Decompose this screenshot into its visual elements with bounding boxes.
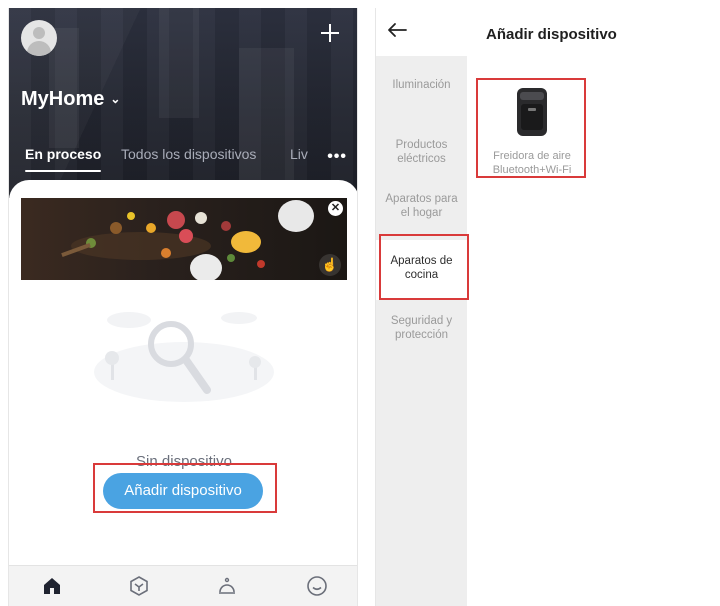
category-iluminacion[interactable]: Iluminación [376, 78, 467, 92]
category-productos-electricos[interactable]: Productos eléctricos [376, 138, 467, 166]
avatar[interactable] [21, 20, 57, 56]
add-device-screen: Añadir dispositivo Iluminación Productos… [375, 8, 720, 606]
category-aparatos-hogar[interactable]: Aparatos para el hogar [376, 192, 467, 220]
profile-smile-icon[interactable] [305, 574, 329, 598]
bg-building [159, 8, 199, 118]
add-plus-button[interactable] [319, 22, 341, 44]
home-screen: MyHome ⌄ En proceso Todos los dispositiv… [8, 8, 358, 606]
category-seguridad-proteccion[interactable]: Seguridad y protección [376, 314, 467, 342]
service-bell-icon[interactable] [215, 574, 239, 598]
home-selector[interactable]: MyHome ⌄ [21, 88, 120, 111]
category-sidebar: Iluminación Productos eléctricos Aparato… [376, 56, 467, 606]
tap-hand-icon[interactable]: ☝ [319, 254, 341, 276]
tab-living[interactable]: Liv [290, 146, 308, 162]
avatar-head [33, 27, 45, 39]
tab-en-proceso[interactable]: En proceso [25, 146, 101, 162]
home-name: MyHome [21, 88, 105, 110]
empty-state-illustration [94, 312, 274, 402]
screenshot-stage: MyHome ⌄ En proceso Todos los dispositiv… [0, 0, 720, 606]
tab-todos-los-dispositivos[interactable]: Todos los dispositivos [121, 146, 256, 162]
page-title: Añadir dispositivo [486, 26, 617, 43]
home-icon[interactable] [40, 574, 64, 598]
avatar-body [27, 41, 51, 56]
promo-banner[interactable]: ✕ ☝ [21, 198, 347, 280]
highlight-box [93, 463, 277, 513]
home-header-background: MyHome ⌄ En proceso Todos los dispositiv… [9, 8, 357, 198]
more-icon[interactable]: ••• [327, 148, 347, 166]
chevron-down-icon: ⌄ [110, 91, 121, 106]
highlight-box [476, 78, 586, 178]
smart-scene-icon[interactable] [127, 574, 151, 598]
flying-food-image [61, 200, 314, 280]
highlight-box [379, 234, 469, 300]
back-arrow-icon[interactable] [386, 22, 408, 38]
bottom-nav [9, 565, 357, 606]
home-content: ✕ ☝ Sin dispositivo Añadir dispositivo [9, 180, 357, 565]
active-tab-indicator [25, 170, 101, 172]
close-icon[interactable]: ✕ [328, 201, 343, 216]
